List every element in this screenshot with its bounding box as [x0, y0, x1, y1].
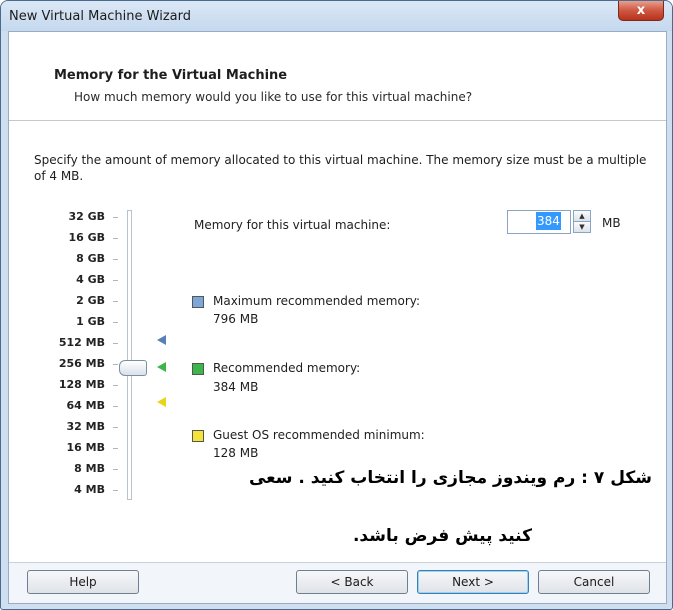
wizard-footer: Help < Back Next > Cancel	[9, 562, 666, 603]
memory-description: Specify the amount of memory allocated t…	[34, 153, 647, 183]
max-recommended-value: 796 MB	[213, 312, 259, 326]
scale-label: 64 MB	[66, 399, 105, 412]
back-button[interactable]: < Back	[296, 570, 408, 594]
scale-tick	[113, 301, 118, 302]
minimum-label: Guest OS recommended minimum:	[213, 428, 425, 442]
memory-slider-track[interactable]	[127, 210, 132, 500]
scale-tick	[113, 280, 118, 281]
wizard-body: Memory for the Virtual Machine How much …	[8, 31, 667, 604]
close-button[interactable]: x	[618, 1, 664, 21]
page-subtitle: How much memory would you like to use fo…	[74, 90, 473, 104]
wizard-window: New Virtual Machine Wizard x Memory for …	[0, 0, 673, 610]
memory-unit: MB	[602, 216, 621, 230]
memory-field-label: Memory for this virtual machine:	[194, 218, 391, 232]
scale-tick	[113, 364, 118, 365]
recommended-value: 384 MB	[213, 380, 259, 394]
recommended-legend-icon	[192, 363, 204, 375]
scale-tick	[113, 469, 118, 470]
minimum-legend-icon	[192, 430, 204, 442]
recommended-marker-icon	[157, 362, 166, 372]
page-title: Memory for the Virtual Machine	[54, 68, 288, 83]
scale-label: 8 MB	[74, 462, 105, 475]
caption-line-2: کنید پیش فرض باشد.	[348, 526, 536, 546]
scale-label: 4 GB	[76, 273, 105, 286]
minimum-marker-icon	[157, 397, 166, 407]
cancel-button[interactable]: Cancel	[538, 570, 650, 594]
memory-value: 384	[536, 212, 561, 230]
scale-tick	[113, 343, 118, 344]
scale-label: 16 GB	[68, 231, 105, 244]
scale-tick	[113, 406, 118, 407]
scale-label: 32 MB	[66, 420, 105, 433]
scale-tick	[113, 238, 118, 239]
next-button[interactable]: Next >	[417, 570, 529, 594]
scale-label: 4 MB	[74, 483, 105, 496]
scale-tick	[113, 322, 118, 323]
scale-label: 32 GB	[68, 210, 105, 223]
title-bar: New Virtual Machine Wizard x	[1, 1, 672, 31]
scale-tick	[113, 385, 118, 386]
scale-tick	[113, 427, 118, 428]
scale-label: 512 MB	[58, 336, 105, 349]
max-recommended-legend-icon	[192, 296, 204, 308]
scale-tick	[113, 259, 118, 260]
scale-label: 128 MB	[58, 378, 105, 391]
scale-label: 1 GB	[76, 315, 105, 328]
scale-tick	[113, 490, 118, 491]
wizard-header: Memory for the Virtual Machine How much …	[9, 32, 666, 121]
max-recommended-marker-icon	[157, 335, 166, 345]
memory-slider-thumb[interactable]	[119, 360, 147, 376]
scale-label: 16 MB	[66, 441, 105, 454]
caption-line-1: شکل ۷ : رم ویندوز مجازی را انتخاب کنید .…	[244, 468, 656, 488]
scale-tick	[113, 448, 118, 449]
help-button[interactable]: Help	[27, 570, 139, 594]
scale-tick	[113, 217, 118, 218]
minimum-value: 128 MB	[213, 446, 259, 460]
close-icon: x	[636, 2, 646, 18]
recommended-label: Recommended memory:	[213, 361, 361, 375]
scale-label: 256 MB	[58, 357, 105, 370]
scale-label: 2 GB	[76, 294, 105, 307]
memory-spin-down-button[interactable]: ▼	[573, 221, 591, 233]
scale-label: 8 GB	[76, 252, 105, 265]
max-recommended-label: Maximum recommended memory:	[213, 294, 421, 308]
window-title: New Virtual Machine Wizard	[9, 9, 191, 24]
